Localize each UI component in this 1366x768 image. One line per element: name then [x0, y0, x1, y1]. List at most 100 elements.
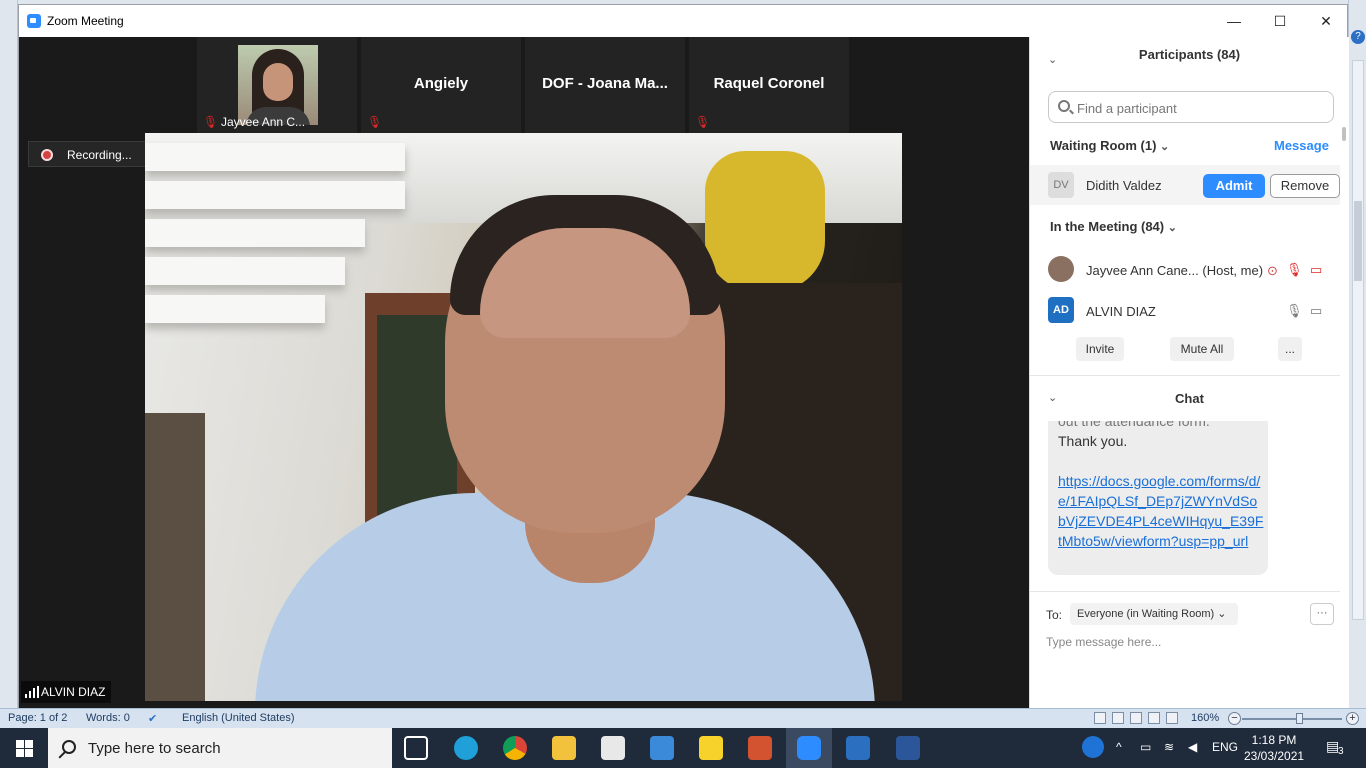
zoom-app-icon — [797, 736, 821, 760]
in-meeting-title[interactable]: In the Meeting (84) ⌄ — [1050, 219, 1177, 234]
recording-status-icon: ⊙ — [1267, 263, 1278, 278]
scrollbar-thumb[interactable] — [1354, 201, 1362, 281]
invite-button[interactable]: Invite — [1076, 337, 1124, 361]
chat-link[interactable]: https://docs.google.com/forms/d/e/1FAIpQ… — [1058, 471, 1264, 551]
zoom-out-icon[interactable]: − — [1228, 712, 1241, 725]
volume-icon[interactable]: ◀ — [1188, 740, 1197, 754]
participant-search-input[interactable]: Find a participant — [1048, 91, 1334, 123]
view-web-layout-icon[interactable] — [1130, 712, 1142, 724]
more-options-button[interactable]: ... — [1278, 337, 1302, 361]
zoom-slider[interactable] — [1242, 718, 1342, 720]
chat-text: out the attendance form. — [1058, 421, 1210, 429]
language-indicator[interactable]: English (United States) — [182, 712, 295, 724]
avatar — [1048, 256, 1074, 282]
powerpoint-icon[interactable] — [748, 736, 772, 760]
store-icon[interactable] — [601, 736, 625, 760]
muted-mic-icon: 🎙 — [695, 115, 711, 129]
help-icon[interactable]: ? — [1351, 30, 1365, 44]
speaker-name-label: ALVIN DIAZ — [21, 681, 112, 703]
search-icon — [1058, 100, 1070, 112]
close-button[interactable]: ✕ — [1303, 5, 1349, 37]
edge-icon[interactable] — [454, 736, 478, 760]
recording-indicator[interactable]: Recording... — [28, 141, 150, 167]
start-button[interactable] — [0, 728, 48, 768]
chat-message-input[interactable]: Type message here... — [1046, 635, 1161, 649]
word-status-bar: Page: 1 of 2 Words: 0 ✔ English (United … — [0, 708, 1366, 728]
clock-time: 1:18 PM — [1251, 733, 1297, 747]
muted-mic-icon[interactable]: 🎙 — [1286, 262, 1303, 278]
chrome-icon[interactable] — [503, 736, 527, 760]
thumbnail-raquel[interactable]: Raquel Coronel 🎙 — [689, 37, 849, 133]
system-clock[interactable]: 1:18 PM 23/03/2021 — [1244, 732, 1304, 764]
battery-icon[interactable]: ▭ — [1140, 740, 1151, 754]
zoom-slider-knob[interactable] — [1296, 713, 1303, 724]
thumbnail-dof-joana[interactable]: DOF - Joana Ma... — [525, 37, 685, 133]
taskbar-search-box[interactable]: Type here to search — [48, 728, 392, 768]
chat-text: Thank you. — [1058, 433, 1128, 449]
zoom-in-icon[interactable]: + — [1346, 712, 1359, 725]
view-outline-icon[interactable] — [1148, 712, 1160, 724]
divider — [1030, 591, 1340, 592]
word-count[interactable]: Words: 0 — [86, 712, 130, 724]
search-icon — [62, 740, 76, 754]
title-bar: Zoom Meeting — ☐ ✕ — [19, 5, 1347, 37]
view-print-layout-icon[interactable] — [1094, 712, 1106, 724]
record-dot-icon — [41, 149, 53, 161]
to-label: To: — [1046, 608, 1063, 622]
zoom-taskbar-active[interactable] — [786, 728, 832, 768]
notification-count: 3 — [1338, 746, 1344, 757]
participants-header: Participants (84) — [1138, 47, 1241, 62]
media-player-icon[interactable] — [846, 736, 870, 760]
zoom-logo-icon — [27, 14, 41, 28]
avatar: AD — [1048, 297, 1074, 323]
help-tray-icon[interactable] — [1082, 736, 1104, 758]
video-area: 🎙 Jayvee Ann C... Angiely 🎙 DOF - Joana … — [19, 37, 1071, 709]
muted-mic-icon: 🎙 — [203, 115, 219, 129]
thumbnail-angiely[interactable]: Angiely 🎙 — [361, 37, 521, 133]
participant-name: ALVIN DIAZ — [1086, 304, 1156, 319]
minimize-button[interactable]: — — [1211, 5, 1257, 37]
file-explorer-icon[interactable] — [552, 736, 576, 760]
show-hidden-icons[interactable]: ^ — [1116, 740, 1122, 754]
panel-scrollbar[interactable] — [1341, 127, 1347, 587]
word-icon[interactable] — [896, 736, 920, 760]
thumbnail-jayvee[interactable]: 🎙 Jayvee Ann C... — [197, 37, 357, 133]
mic-icon[interactable]: 🎙 — [1286, 303, 1303, 319]
window-title: Zoom Meeting — [47, 14, 124, 28]
search-placeholder: Find a participant — [1077, 101, 1177, 116]
waiting-room-title[interactable]: Waiting Room (1) ⌄ — [1050, 138, 1169, 153]
recipient-select[interactable]: Everyone (in Waiting Room) ⌄ — [1070, 603, 1238, 625]
proofing-icon[interactable]: ✔ — [148, 712, 157, 725]
participant-photo — [238, 45, 318, 125]
language-tray[interactable]: ENG — [1212, 740, 1238, 754]
thumbnail-name: Angiely — [413, 75, 469, 92]
message-link[interactable]: Message — [1274, 138, 1329, 153]
taskbar-search-placeholder: Type here to search — [88, 740, 221, 757]
wifi-icon[interactable]: ≋ — [1164, 740, 1174, 754]
word-window-left-edge — [0, 0, 18, 708]
admit-button[interactable]: Admit — [1203, 174, 1265, 198]
clock-date: 23/03/2021 — [1244, 749, 1305, 763]
thumbnail-label: Jayvee Ann C... — [221, 115, 306, 129]
word-vertical-scrollbar[interactable] — [1352, 60, 1364, 620]
side-panel: ⌄ Participants (84) Find a participant W… — [1029, 37, 1349, 709]
muted-mic-icon: 🎙 — [367, 115, 383, 129]
video-icon[interactable]: ▭ — [1310, 303, 1322, 319]
video-off-icon[interactable]: ▭ — [1310, 262, 1322, 278]
remove-button[interactable]: Remove — [1270, 174, 1340, 198]
task-view-icon[interactable] — [404, 736, 428, 760]
mute-all-button[interactable]: Mute All — [1170, 337, 1234, 361]
thumbnail-name: Raquel Coronel — [713, 75, 825, 92]
avatar: DV — [1048, 172, 1074, 198]
page-count[interactable]: Page: 1 of 2 — [8, 712, 67, 724]
chat-message-bubble: out the attendance form. Thank you. http… — [1048, 421, 1268, 575]
chat-more-button[interactable]: ··· — [1310, 603, 1334, 625]
view-draft-icon[interactable] — [1166, 712, 1178, 724]
recording-label: Recording... — [67, 148, 132, 162]
maximize-button[interactable]: ☐ — [1257, 5, 1303, 37]
mail-icon[interactable] — [650, 736, 674, 760]
waiting-participant-row[interactable]: DV Didith Valdez Admit Remove — [1030, 165, 1340, 205]
view-full-screen-icon[interactable] — [1112, 712, 1124, 724]
zoom-level[interactable]: 160% — [1191, 712, 1219, 724]
sticky-notes-icon[interactable] — [699, 736, 723, 760]
